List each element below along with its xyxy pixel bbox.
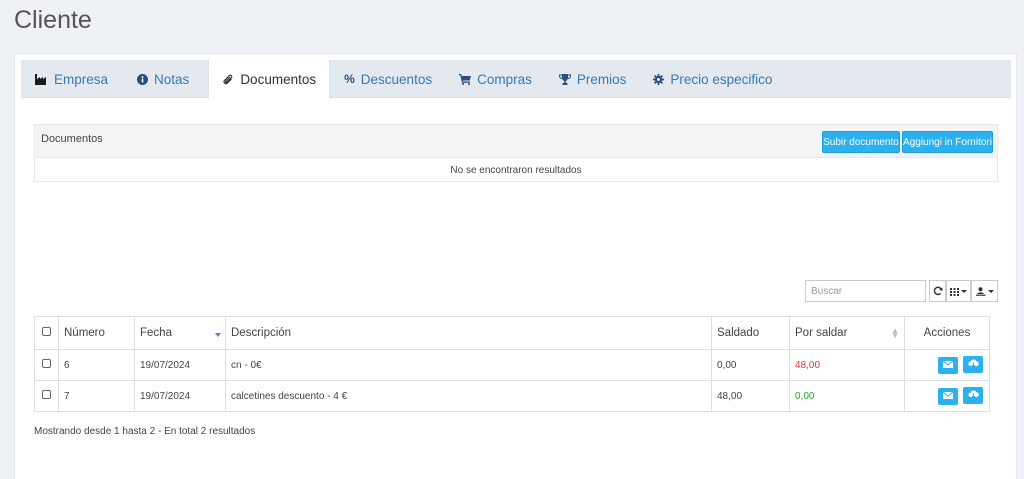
column-header-descripcion[interactable]: Descripción [225,316,712,350]
cloud-download-icon [967,390,979,402]
tab-premios[interactable]: Premios [545,60,640,98]
sort-both-icon: ▲ ▼ [891,326,899,340]
cell-acciones [904,380,990,412]
cell-numero: 6 [58,349,135,381]
tab-notas[interactable]: Notas [121,60,202,98]
documents-empty-message: No se encontraron resultados [450,165,582,176]
download-button[interactable] [963,356,983,374]
info-circle-icon [137,73,149,85]
email-button[interactable] [938,356,959,374]
tab-label: Precio especifico [670,71,773,87]
cell-saldado: 48,00 [711,380,790,412]
upload-document-button[interactable]: Subir documento [822,131,900,153]
column-header-por-saldar[interactable]: Por saldar ▲ ▼ [789,316,905,350]
paperclip-icon [223,74,234,86]
table-row[interactable]: 6 19/07/2024 cn - 0€ 0,00 48,00 [34,349,990,381]
cell-por-saldar: 48,00 [789,349,905,381]
cell-acciones [904,349,990,381]
header-label: Fecha [140,327,172,339]
cloud-download-icon [967,359,979,371]
export-user-icon [975,284,986,299]
client-card: Empresa Notas Documentos % Descuentos Co… [14,53,1017,479]
cell-fecha: 19/07/2024 [134,380,226,412]
header-label: Descripción [231,327,292,339]
cell-numero: 7 [58,380,135,412]
tab-label: Descuentos [360,71,433,87]
sort-descending-icon [215,333,221,337]
refresh-button[interactable] [929,280,946,302]
search-input[interactable] [805,280,926,302]
tab-bar: Empresa Notas Documentos % Descuentos Co… [21,60,1011,99]
tab-label: Documentos [240,72,317,87]
tab-label: Compras [477,71,532,87]
header-label: Número [64,327,105,339]
cell-fecha: 19/07/2024 [134,349,226,381]
documents-table: Número Fecha Descripción Saldado Por sal… [34,316,990,412]
documents-panel-header: Documentos Subir documento Aggiungi in F… [35,125,997,158]
envelope-icon [942,391,954,402]
page-title: Cliente [14,6,92,34]
tab-label: Empresa [54,71,109,87]
select-all-cell [34,316,59,350]
header-label: Saldado [717,327,760,339]
header-label: Acciones [923,327,971,339]
row-select-cell [34,349,59,381]
tab-label: Premios [576,71,627,87]
header-label: Por saldar [795,327,848,339]
row-checkbox[interactable] [42,390,51,399]
columns-grid-icon [950,284,959,299]
tab-compras[interactable]: Compras [445,60,545,98]
table-header-row: Número Fecha Descripción Saldado Por sal… [34,316,990,350]
shopping-cart-icon [459,73,472,85]
trophy-icon [558,73,571,85]
refresh-icon [933,284,943,299]
tab-precio-especifico[interactable]: Precio especifico [639,60,785,98]
documents-panel: Documentos Subir documento Aggiungi in F… [34,124,998,182]
tab-descuentos[interactable]: % Descuentos [330,60,445,98]
column-header-fecha[interactable]: Fecha [134,316,226,350]
documents-title: Documentos [41,133,103,145]
envelope-icon [942,360,954,371]
tab-empresa[interactable]: Empresa [21,60,121,98]
chevron-down-icon [987,289,994,293]
tab-documentos[interactable]: Documentos [208,60,331,99]
table-row[interactable]: 7 19/07/2024 calcetines descuento - 4 € … [34,380,990,412]
columns-dropdown-button[interactable] [946,280,971,302]
cell-descripcion: calcetines descuento - 4 € [225,380,712,412]
percent-icon: % [344,72,355,86]
email-button[interactable] [938,387,959,405]
cell-saldado: 0,00 [711,349,790,381]
column-header-numero[interactable]: Número [58,316,135,350]
cell-descripcion: cn - 0€ [225,349,712,381]
row-checkbox[interactable] [42,359,51,368]
tab-label: Notas [154,71,190,87]
cell-por-saldar: 0,00 [789,380,905,412]
export-dropdown-button[interactable] [971,280,998,302]
column-header-saldado[interactable]: Saldado [711,316,790,350]
select-all-checkbox[interactable] [42,327,51,336]
chevron-down-icon [961,289,967,293]
column-header-acciones: Acciones [904,316,990,350]
cog-icon [653,73,665,85]
add-to-suppliers-button[interactable]: Aggiungi in Fornitori [902,131,993,153]
download-button[interactable] [963,387,983,405]
row-select-cell [34,380,59,412]
industry-icon [35,73,48,85]
pagination-summary: Mostrando desde 1 hasta 2 - En total 2 r… [34,426,256,437]
